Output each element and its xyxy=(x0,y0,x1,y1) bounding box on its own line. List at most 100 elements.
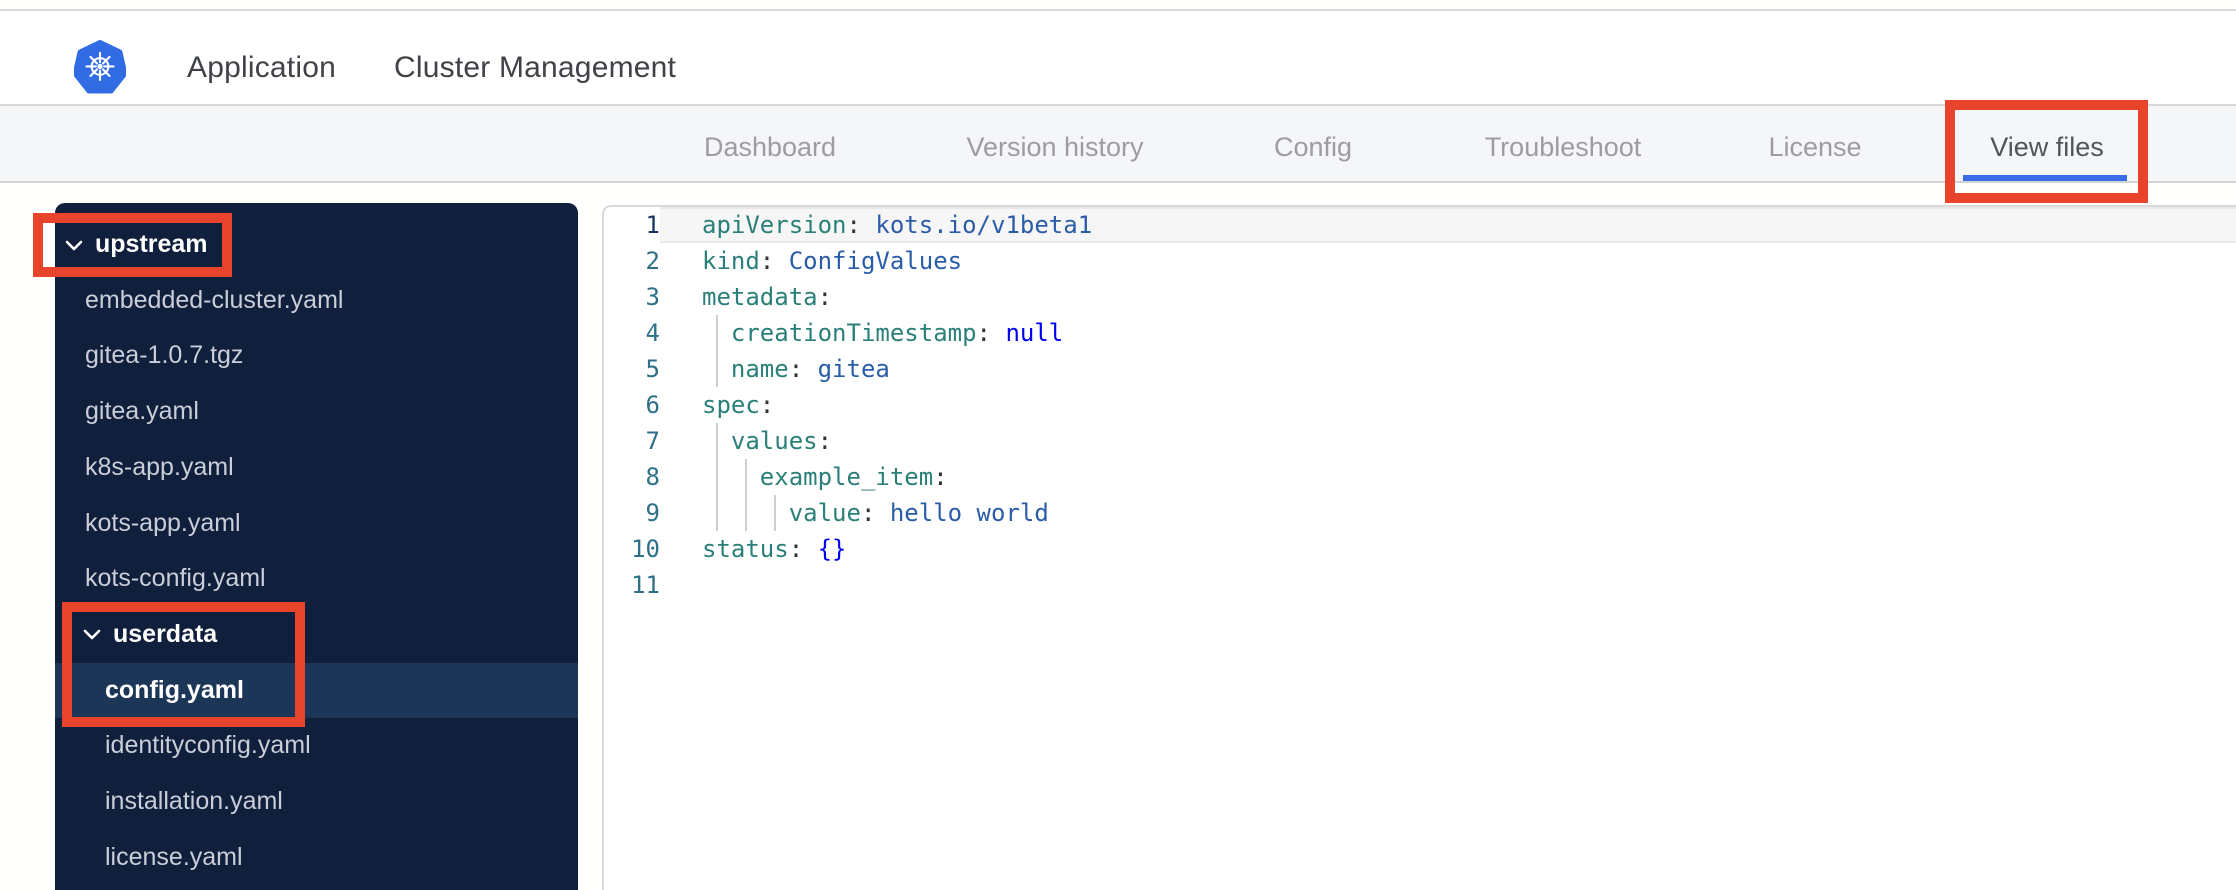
code-line-content: name: gitea xyxy=(660,351,2236,387)
tree-item-label: upstream xyxy=(95,230,208,258)
code-token: name xyxy=(730,355,789,383)
code-token: kots.io/v1beta1 xyxy=(860,211,1093,239)
tree-file-k8s-app-yaml[interactable]: k8s-app.yaml xyxy=(55,440,578,495)
code-line: 2 kind: ConfigValues xyxy=(604,243,2236,279)
secondary-nav-divider xyxy=(0,181,2236,183)
line-number: 4 xyxy=(645,319,660,347)
nav-item-view-files[interactable]: View files xyxy=(1990,132,2104,163)
code-line-content: metadata: xyxy=(660,279,2236,315)
tab-cluster-management[interactable]: Cluster Management xyxy=(394,51,676,85)
tree-folder-userdata[interactable]: userdata xyxy=(55,607,578,662)
code-token: : xyxy=(933,463,948,491)
code-line-content: creationTimestamp: null xyxy=(660,315,2236,351)
code-token: : xyxy=(759,247,775,275)
code-token: : xyxy=(846,211,861,239)
code-token: apiVersion xyxy=(702,211,847,239)
code-token: {} xyxy=(817,535,847,563)
tree-item-label: gitea-1.0.7.tgz xyxy=(85,341,244,370)
tree-item-label: embedded-cluster.yaml xyxy=(85,285,344,314)
code-line: 7 values: xyxy=(604,423,2236,459)
nav-item-config[interactable]: Config xyxy=(1274,132,1352,163)
tree-folder-upstream[interactable]: upstream xyxy=(55,217,578,272)
tree-file-kots-config-yaml[interactable]: kots-config.yaml xyxy=(55,551,578,606)
code-token: : xyxy=(788,355,804,383)
code-token: null xyxy=(1005,319,1064,347)
indent-guide xyxy=(716,351,719,387)
indent-guide xyxy=(745,459,748,495)
kots-admin-console: Application Cluster Management Dashboard V… xyxy=(0,0,2236,890)
tree-file-identityconfig-yaml[interactable]: identityconfig.yaml xyxy=(55,718,578,773)
code-line-content: value: hello world xyxy=(660,495,2236,531)
tree-item-label: installation.yaml xyxy=(105,787,283,815)
top-header: Application Cluster Management xyxy=(0,11,2236,115)
line-number: 9 xyxy=(645,499,660,527)
tree-file-license-yaml[interactable]: license.yaml xyxy=(55,830,578,885)
tree-item-label: config.yaml xyxy=(105,675,244,704)
code-token: metadata xyxy=(702,283,818,311)
code-token: kind xyxy=(702,247,760,275)
tab-application[interactable]: Application xyxy=(187,51,336,85)
line-number: 1 xyxy=(645,211,660,239)
tree-item-label: gitea.yaml xyxy=(85,397,199,426)
code-line-content xyxy=(660,567,2236,603)
indent-guide xyxy=(716,459,719,495)
code-token: ConfigValues xyxy=(774,247,963,275)
code-token: : xyxy=(860,499,876,527)
code-token: values xyxy=(730,427,818,455)
tree-file-installation-yaml[interactable]: installation.yaml xyxy=(55,774,578,829)
code-line: 11 xyxy=(604,567,2236,603)
code-line-content: values: xyxy=(660,423,2236,459)
file-tree-sidebar: upstream embedded-cluster.yaml gitea-1.0.7… xyxy=(55,203,578,890)
tree-file-kots-app-yaml[interactable]: kots-app.yaml xyxy=(55,496,578,551)
nav-item-license[interactable]: License xyxy=(1768,132,1861,163)
tree-file-config-yaml[interactable]: config.yaml xyxy=(55,662,578,718)
code-token: hello world xyxy=(875,499,1049,527)
line-number: 11 xyxy=(631,571,660,599)
tree-item-label: k8s-app.yaml xyxy=(85,452,234,481)
code-line: 3 metadata: xyxy=(604,279,2236,315)
chevron-down-icon xyxy=(65,239,83,251)
code-token: status xyxy=(702,535,789,563)
code-token: gitea xyxy=(803,355,890,383)
line-number: 8 xyxy=(645,463,660,491)
indent-guide xyxy=(774,495,777,531)
tree-file-gitea-yaml[interactable]: gitea.yaml xyxy=(55,384,578,439)
tree-file-embedded-cluster-yaml[interactable]: embedded-cluster.yaml xyxy=(55,273,578,328)
code-token: example_item xyxy=(759,463,934,491)
code-token: spec xyxy=(702,391,760,419)
code-token: value xyxy=(788,499,861,527)
code-line: 9 value: hello world xyxy=(604,495,2236,531)
code-line-content: kind: ConfigValues xyxy=(660,243,2236,279)
code-editor[interactable]: 1 apiVersion: kots.io/v1beta1 2 kind: Confi… xyxy=(602,205,2236,890)
tree-file-gitea-1-0-7-tgz[interactable]: gitea-1.0.7.tgz xyxy=(55,328,578,383)
code-line-content: spec: xyxy=(660,387,2236,423)
indent-guide xyxy=(716,315,719,351)
indent-guide xyxy=(745,495,748,531)
code-token: : xyxy=(817,427,833,455)
tree-item-label: userdata xyxy=(113,619,218,648)
code-line: 5 name: gitea xyxy=(604,351,2236,387)
tree-item-label: kots-config.yaml xyxy=(85,564,266,593)
kubernetes-logo[interactable] xyxy=(74,39,126,97)
code-line: 8 example_item: xyxy=(604,459,2236,495)
indent-guide xyxy=(716,495,719,531)
tree-item-label: kots-app.yaml xyxy=(85,508,241,537)
code-line: 1 apiVersion: kots.io/v1beta1 xyxy=(604,207,2236,243)
chevron-down-icon xyxy=(83,628,101,640)
line-number: 2 xyxy=(645,247,660,275)
tree-item-label: identityconfig.yaml xyxy=(105,731,311,760)
code-line: 10 status: {} xyxy=(604,531,2236,567)
line-number: 5 xyxy=(645,355,660,383)
line-number: 7 xyxy=(645,427,660,455)
line-number: 6 xyxy=(645,391,660,419)
line-number: 10 xyxy=(631,535,660,563)
code-token: : xyxy=(759,391,775,419)
code-line-content: apiVersion: kots.io/v1beta1 xyxy=(660,207,2236,243)
nav-item-dashboard[interactable]: Dashboard xyxy=(704,132,836,163)
nav-item-troubleshoot[interactable]: Troubleshoot xyxy=(1485,132,1642,163)
code-token: : xyxy=(817,283,833,311)
nav-item-version-history[interactable]: Version history xyxy=(966,132,1143,163)
code-line: 4 creationTimestamp: null xyxy=(604,315,2236,351)
